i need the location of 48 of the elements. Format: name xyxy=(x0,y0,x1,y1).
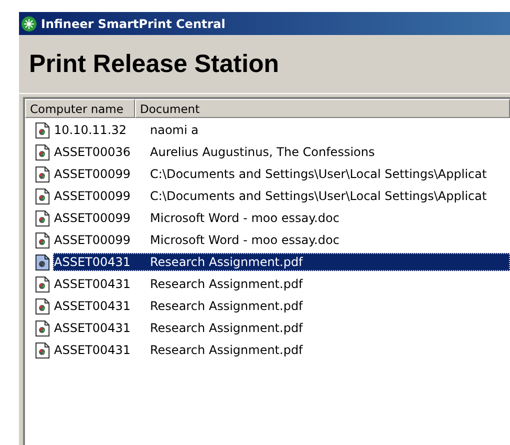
list-row[interactable]: ASSET00431 Research Assignment.pdf xyxy=(25,339,510,361)
document-name: C:\Documents and Settings\User\Local Settings\Applicat xyxy=(150,167,487,181)
list-row[interactable]: ASSET00431 Research Assignment.pdf xyxy=(25,295,510,317)
column-header[interactable]: Document xyxy=(135,99,510,118)
document-name: Research Assignment.pdf xyxy=(150,277,303,291)
computer-name: ASSET00099 xyxy=(53,211,132,225)
document-icon xyxy=(35,166,50,182)
document-icon xyxy=(35,122,50,138)
document-icon xyxy=(35,232,50,248)
computer-name: ASSET00036 xyxy=(53,145,132,159)
list-row[interactable]: ASSET00431 Research Assignment.pdf xyxy=(25,273,510,295)
computer-name: ASSET00099 xyxy=(53,233,132,247)
document-icon xyxy=(35,342,50,358)
computer-name: ASSET00431 xyxy=(53,277,132,291)
document-name: Research Assignment.pdf xyxy=(150,321,303,335)
computer-name: ASSET00099 xyxy=(53,189,132,203)
document-icon xyxy=(35,276,50,292)
list-row[interactable]: ASSET00036 Aurelius Augustinus, The Confessions xyxy=(25,141,510,163)
column-header[interactable]: Computer name xyxy=(25,99,135,118)
computer-name: ASSET00431 xyxy=(53,299,132,313)
document-name: Research Assignment.pdf xyxy=(150,255,303,269)
document-icon xyxy=(35,144,50,160)
window-title: Infineer SmartPrint Central xyxy=(41,16,226,30)
page-title: Print Release Station xyxy=(29,50,280,78)
computer-name: ASSET00431 xyxy=(53,255,132,269)
list-row[interactable]: ASSET00099 C:\Documents and Settings\User\Local Settings\Applicat xyxy=(25,163,510,185)
list-row[interactable]: ASSET00099 Microsoft Word - moo essay.doc xyxy=(25,207,510,229)
app-logo-icon xyxy=(21,16,37,32)
document-name: naomi a xyxy=(150,123,198,137)
document-icon xyxy=(35,210,50,226)
document-icon xyxy=(35,298,50,314)
list-row[interactable]: ASSET00099 Microsoft Word - moo essay.doc xyxy=(25,229,510,251)
document-name: Microsoft Word - moo essay.doc xyxy=(150,233,340,247)
document-icon xyxy=(35,188,50,204)
document-name: Research Assignment.pdf xyxy=(150,299,303,313)
document-name: Microsoft Word - moo essay.doc xyxy=(150,211,340,225)
list-row[interactable]: ASSET00099 C:\Documents and Settings\User\Local Settings\Applicat xyxy=(25,185,510,207)
computer-name: ASSET00431 xyxy=(53,343,132,357)
computer-name: 10.10.11.32 xyxy=(53,123,128,137)
list-row[interactable]: ASSET00431 Research Assignment.pdf xyxy=(25,317,510,339)
document-name: Research Assignment.pdf xyxy=(150,343,303,357)
computer-name: ASSET00099 xyxy=(53,167,132,181)
computer-name: ASSET00431 xyxy=(53,321,132,335)
document-name: Aurelius Augustinus, The Confessions xyxy=(150,145,375,159)
list-row[interactable]: 10.10.11.32 naomi a xyxy=(25,119,510,141)
document-name: C:\Documents and Settings\User\Local Settings\Applicat xyxy=(150,189,487,203)
document-icon xyxy=(35,254,50,270)
document-icon xyxy=(35,320,50,336)
